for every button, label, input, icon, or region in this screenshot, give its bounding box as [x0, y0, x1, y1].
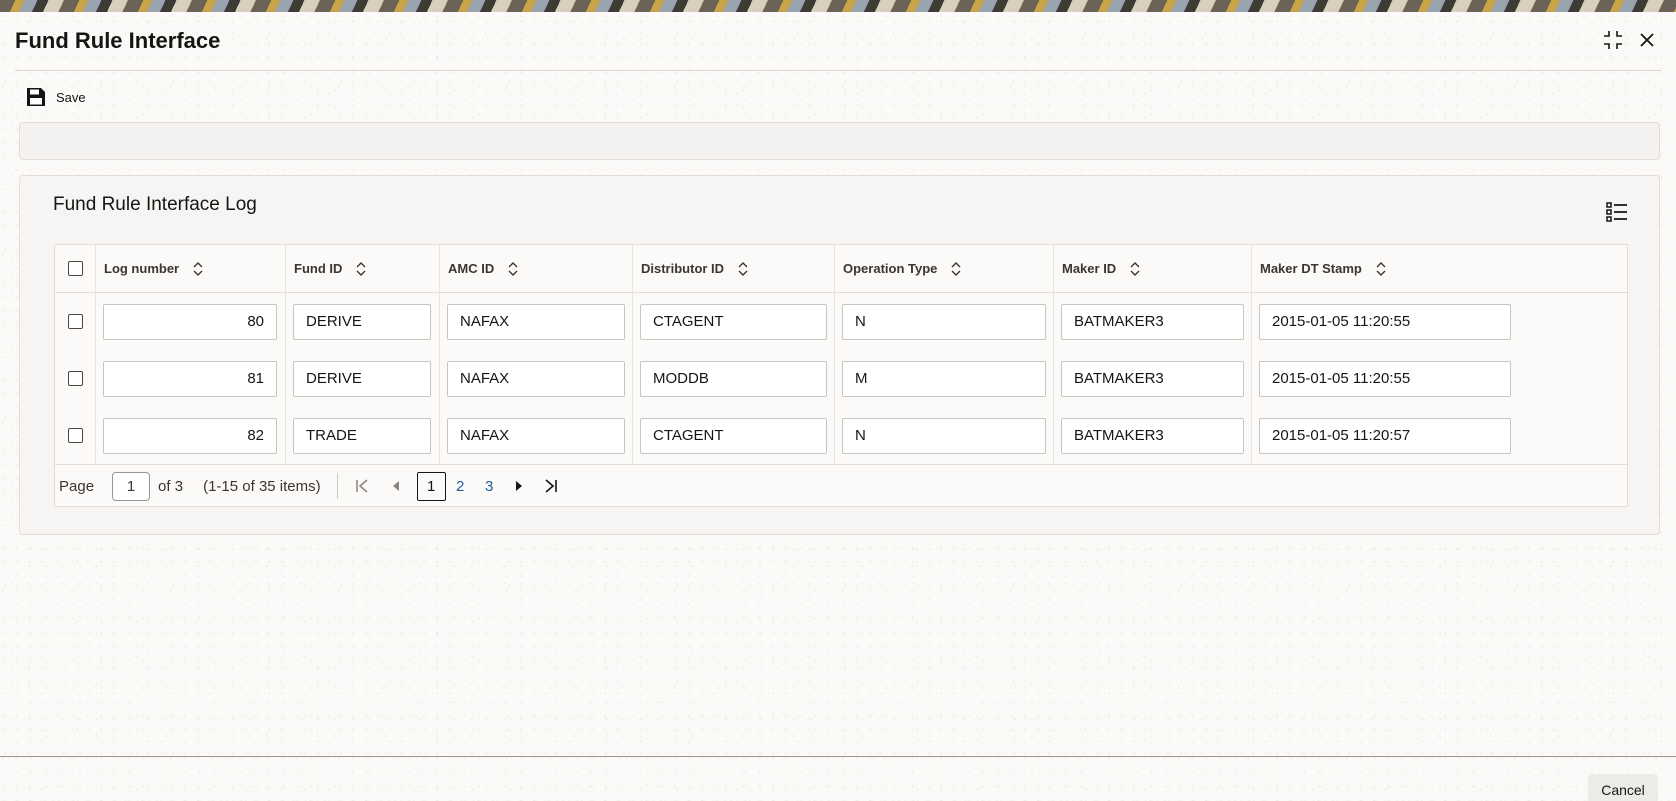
column-header[interactable]: Distributor ID — [633, 245, 835, 292]
maker-id-field[interactable]: BATMAKER3 — [1061, 417, 1244, 454]
operation-type-field[interactable]: N — [842, 303, 1046, 340]
previous-page-icon[interactable] — [385, 475, 407, 497]
maker-id-field[interactable]: BATMAKER3 — [1061, 303, 1244, 340]
table-row: 82 TRADE NAFAX CTAGENT N BATMAKER3 2015-… — [55, 407, 1627, 464]
fund-id-field[interactable]: DERIVE — [293, 360, 431, 397]
sort-icon[interactable] — [1376, 261, 1386, 276]
log-table: Log number Fund ID AMC ID Distributor ID… — [54, 244, 1628, 507]
column-header[interactable]: Operation Type — [835, 245, 1054, 292]
maker-dt-stamp-field[interactable]: 2015-01-05 11:20:57 — [1259, 417, 1511, 454]
list-view-icon[interactable] — [1605, 200, 1629, 224]
footer-divider — [0, 756, 1676, 757]
close-icon[interactable] — [1633, 26, 1661, 54]
distributor-id-field[interactable]: CTAGENT — [640, 417, 827, 454]
minimize-icon[interactable] — [1599, 26, 1627, 54]
select-all-checkbox[interactable] — [68, 261, 83, 276]
first-page-icon[interactable] — [351, 475, 373, 497]
operation-type-field[interactable]: M — [842, 360, 1046, 397]
log-number-field[interactable]: 80 — [103, 303, 277, 340]
row-checkbox[interactable] — [68, 371, 83, 386]
distributor-id-field[interactable]: CTAGENT — [640, 303, 827, 340]
sort-icon[interactable] — [1130, 261, 1140, 276]
sort-icon[interactable] — [356, 261, 366, 276]
log-number-field[interactable]: 81 — [103, 360, 277, 397]
top-banner-strip — [0, 0, 1676, 12]
page-1-button[interactable]: 1 — [416, 471, 446, 501]
page-title: Fund Rule Interface — [15, 28, 221, 53]
pagination: Page 1 of 3 (1-15 of 35 items) 1 2 3 — [55, 464, 1627, 507]
save-label: Save — [56, 89, 86, 105]
save-icon — [27, 88, 45, 106]
cancel-button[interactable]: Cancel — [1588, 774, 1658, 801]
fund-id-field[interactable]: DERIVE — [293, 303, 431, 340]
next-page-icon[interactable] — [508, 475, 530, 497]
amc-id-field[interactable]: NAFAX — [447, 417, 625, 454]
sort-icon[interactable] — [951, 261, 961, 276]
column-header[interactable]: Maker DT Stamp — [1252, 245, 1527, 292]
items-range-label: (1-15 of 35 items) — [203, 477, 321, 495]
page-number-input[interactable]: 1 — [112, 471, 151, 501]
fund-id-field[interactable]: TRADE — [293, 417, 431, 454]
sort-icon[interactable] — [193, 261, 203, 276]
sort-icon[interactable] — [738, 261, 748, 276]
column-header[interactable]: Log number — [96, 245, 286, 292]
row-checkbox[interactable] — [68, 314, 83, 329]
log-panel: Fund Rule Interface Log Log number Fund … — [19, 175, 1660, 535]
page-label: Page — [59, 477, 95, 495]
maker-id-field[interactable]: BATMAKER3 — [1061, 360, 1244, 397]
save-button[interactable]: Save — [26, 84, 86, 110]
column-header[interactable]: Fund ID — [286, 245, 440, 292]
page-3-button[interactable]: 3 — [475, 472, 504, 501]
table-row: 80 DERIVE NAFAX CTAGENT N BATMAKER3 2015… — [55, 293, 1627, 350]
operation-type-field[interactable]: N — [842, 417, 1046, 454]
distributor-id-field[interactable]: MODDB — [640, 360, 827, 397]
maker-dt-stamp-field[interactable]: 2015-01-05 11:20:55 — [1259, 303, 1511, 340]
amc-id-field[interactable]: NAFAX — [447, 303, 625, 340]
amc-id-field[interactable]: NAFAX — [447, 360, 625, 397]
table-row: 81 DERIVE NAFAX MODDB M BATMAKER3 2015-0… — [55, 350, 1627, 407]
page-count-label: of 3 — [158, 477, 184, 495]
title-divider — [15, 70, 1661, 71]
log-number-field[interactable]: 82 — [103, 417, 277, 454]
table-header: Log number Fund ID AMC ID Distributor ID… — [55, 245, 1627, 293]
row-checkbox[interactable] — [68, 428, 83, 443]
criteria-panel — [19, 122, 1660, 160]
log-section-title: Fund Rule Interface Log — [53, 194, 257, 215]
column-header[interactable]: AMC ID — [440, 245, 633, 292]
sort-icon[interactable] — [508, 261, 518, 276]
dialog: Fund Rule Interface Save Fund Rule Inter… — [0, 12, 1676, 801]
page-2-button[interactable]: 2 — [446, 472, 475, 501]
last-page-icon[interactable] — [540, 475, 562, 497]
column-header[interactable]: Maker ID — [1054, 245, 1252, 292]
pager-divider — [336, 473, 338, 499]
maker-dt-stamp-field[interactable]: 2015-01-05 11:20:55 — [1259, 360, 1511, 397]
